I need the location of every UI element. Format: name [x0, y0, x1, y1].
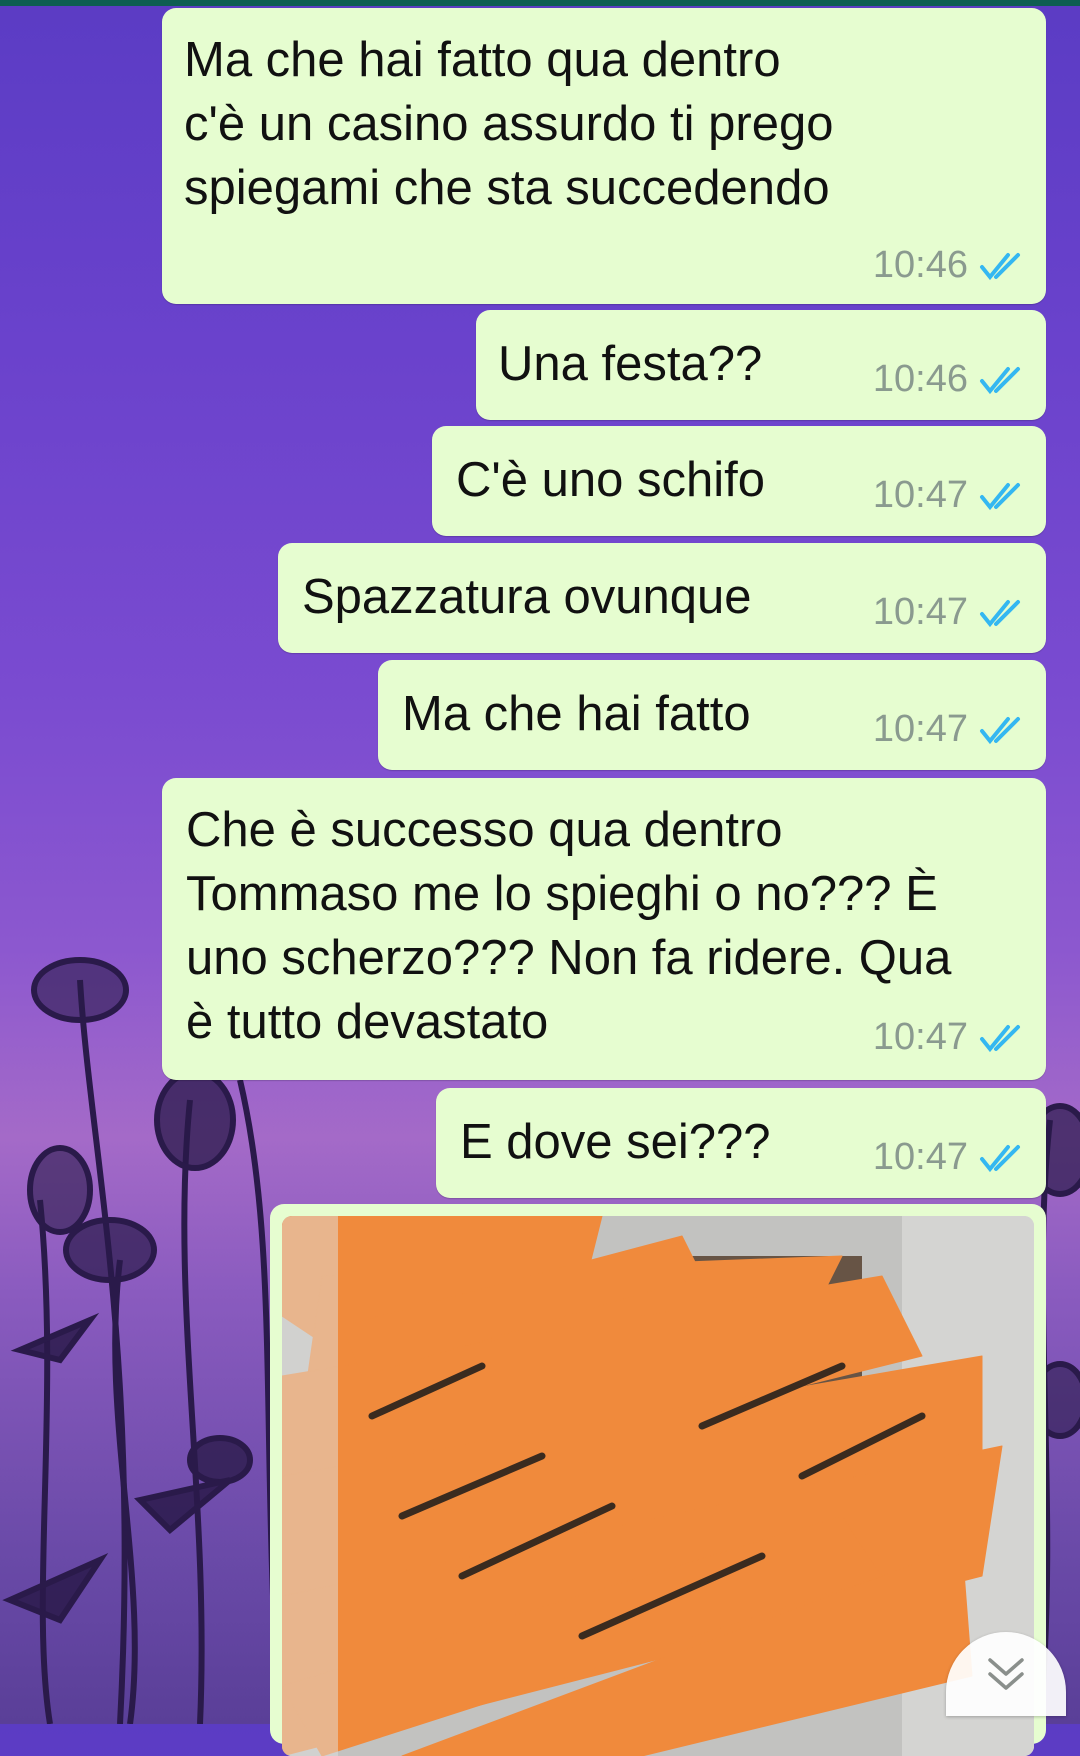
message-meta: 10:46 [873, 358, 1022, 401]
double-check-icon [978, 1023, 1022, 1053]
message-bubble[interactable]: Ma che hai fatto qua dentro c'è un casin… [162, 8, 1046, 304]
message-text: E dove sei??? [460, 1115, 771, 1169]
message-bubble[interactable]: C'è uno schifo 10:47 [432, 426, 1046, 536]
message-time: 10:46 [872, 244, 968, 286]
double-check-icon [978, 1143, 1022, 1173]
message-time: 10:47 [872, 591, 968, 633]
message-meta: 10:47 [873, 591, 1022, 634]
message-time: 10:46 [872, 358, 968, 400]
double-chevron-down-icon [982, 1654, 1030, 1699]
image-message-bubble[interactable] [270, 1204, 1046, 1756]
message-text: Ma che hai fatto qua dentro c'è un casin… [184, 33, 834, 215]
message-bubble[interactable]: Una festa?? 10:46 [476, 310, 1046, 420]
message-bubble[interactable]: Spazzatura ovunque 10:47 [278, 543, 1046, 653]
message-time: 10:47 [872, 474, 968, 516]
message-meta: 10:47 [873, 708, 1022, 751]
message-meta: 10:46 [873, 244, 1022, 287]
message-text: Ma che hai fatto [402, 687, 751, 741]
message-text: Che è successo qua dentro Tommaso me lo … [186, 803, 952, 1049]
message-meta: 10:47 [873, 1016, 1022, 1059]
message-bubble[interactable]: Ma che hai fatto 10:47 [378, 660, 1046, 770]
message-text: Spazzatura ovunque [302, 570, 752, 624]
message-meta: 10:47 [873, 474, 1022, 517]
message-time: 10:47 [872, 1016, 968, 1058]
double-check-icon [978, 715, 1022, 745]
message-meta: 10:47 [873, 1136, 1022, 1179]
redacted-photo[interactable] [282, 1216, 1034, 1756]
double-check-icon [978, 481, 1022, 511]
double-check-icon [978, 251, 1022, 281]
message-text: C'è uno schifo [456, 453, 765, 507]
message-bubble[interactable]: Che è successo qua dentro Tommaso me lo … [162, 778, 1046, 1080]
message-time: 10:47 [872, 1136, 968, 1178]
redaction-scribble [282, 1216, 1034, 1756]
message-bubble[interactable]: E dove sei??? 10:47 [436, 1088, 1046, 1198]
double-check-icon [978, 598, 1022, 628]
message-time: 10:47 [872, 708, 968, 750]
double-check-icon [978, 365, 1022, 395]
message-text: Una festa?? [498, 337, 763, 391]
